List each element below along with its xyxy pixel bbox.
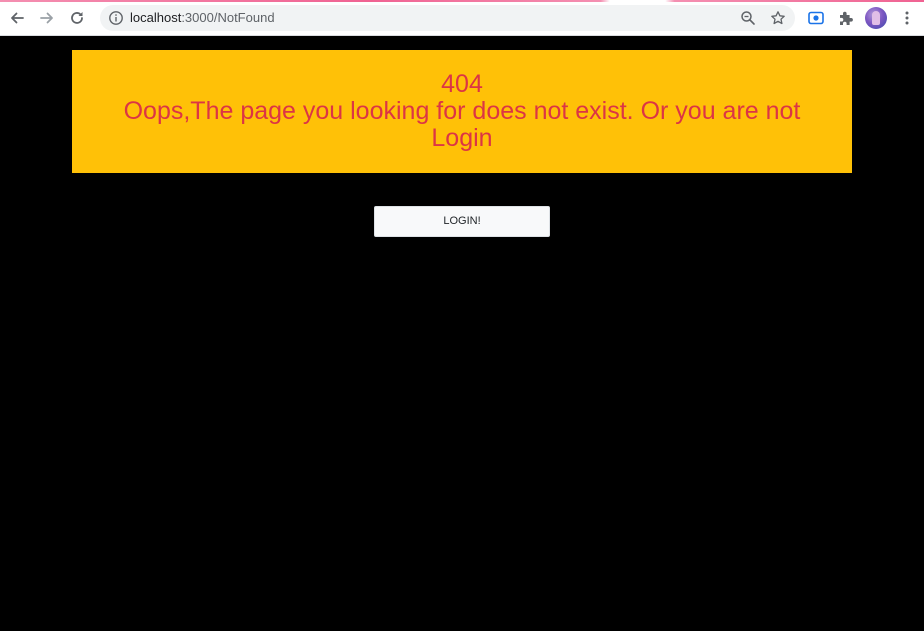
page-body: 404 Oops,The page you looking for does n… — [0, 36, 924, 631]
screen-capture-icon[interactable] — [807, 9, 825, 27]
arrow-right-icon — [40, 12, 53, 24]
star-icon[interactable] — [770, 10, 786, 26]
url-text[interactable]: localhost:3000/NotFound — [130, 10, 275, 26]
puzzle-icon[interactable] — [837, 9, 855, 27]
reload-icon — [71, 12, 83, 24]
not-found-banner: 404 Oops,The page you looking for does n… — [72, 50, 852, 173]
url-host: localhost — [130, 10, 182, 25]
browser-toolbar: localhost:3000/NotFound — [0, 0, 924, 36]
arrow-left-icon — [11, 12, 24, 24]
url-path: :3000/NotFound — [181, 10, 275, 25]
zoom-icon[interactable] — [740, 10, 756, 26]
back-button[interactable] — [5, 6, 29, 30]
forward-button[interactable] — [35, 6, 59, 30]
reload-button[interactable] — [65, 6, 89, 30]
tab-strip-accent — [0, 0, 924, 2]
error-message: Oops,The page you looking for does not e… — [123, 97, 801, 152]
avatar[interactable] — [865, 7, 887, 29]
login-button[interactable]: LOGIN! — [374, 206, 550, 237]
info-icon[interactable] — [108, 10, 124, 26]
address-bar[interactable]: localhost:3000/NotFound — [100, 5, 795, 31]
kebab-menu-icon[interactable] — [898, 9, 916, 27]
error-code: 404 — [441, 70, 483, 98]
